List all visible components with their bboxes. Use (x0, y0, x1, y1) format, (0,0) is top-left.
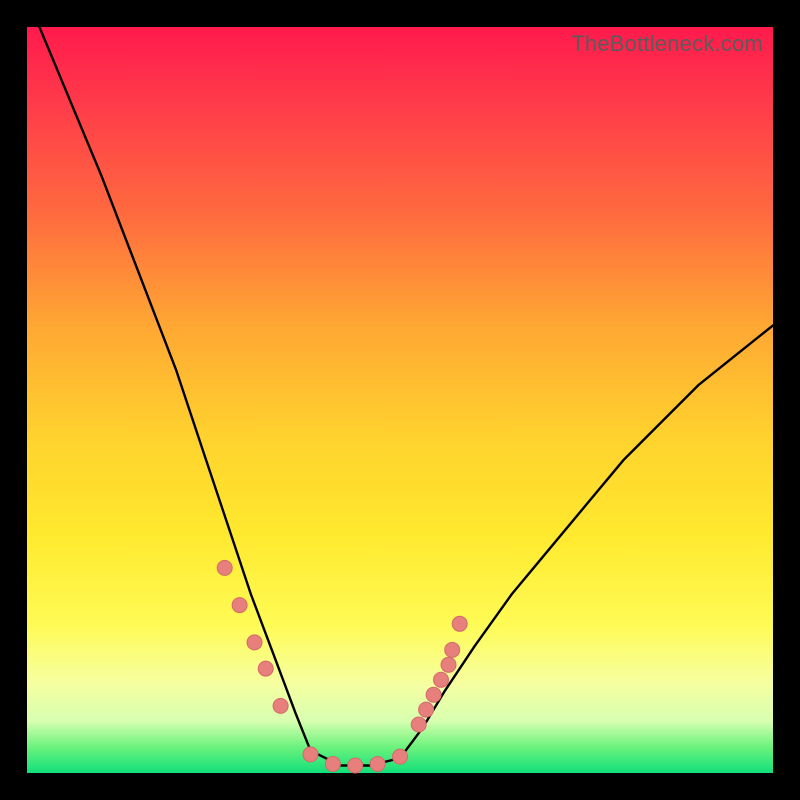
chart-frame: TheBottleneck.com (0, 0, 800, 800)
marker-dot (426, 687, 441, 702)
marker-dot (452, 616, 467, 631)
marker-dot (217, 560, 232, 575)
plot-area: TheBottleneck.com (27, 27, 773, 773)
marker-dot (247, 635, 262, 650)
marker-dot (303, 747, 318, 762)
marker-dot (232, 598, 247, 613)
marker-dot (441, 657, 456, 672)
marker-dot (258, 661, 273, 676)
bottleneck-curve (27, 27, 773, 773)
marker-dot (325, 757, 340, 772)
marker-dot (348, 758, 363, 773)
marker-dot (393, 749, 408, 764)
marker-dot (273, 698, 288, 713)
watermark-text: TheBottleneck.com (571, 31, 763, 57)
marker-group (217, 560, 467, 773)
marker-dot (411, 717, 426, 732)
marker-dot (370, 757, 385, 772)
marker-dot (445, 642, 460, 657)
curve-path (27, 0, 773, 765)
marker-dot (419, 702, 434, 717)
marker-dot (434, 672, 449, 687)
